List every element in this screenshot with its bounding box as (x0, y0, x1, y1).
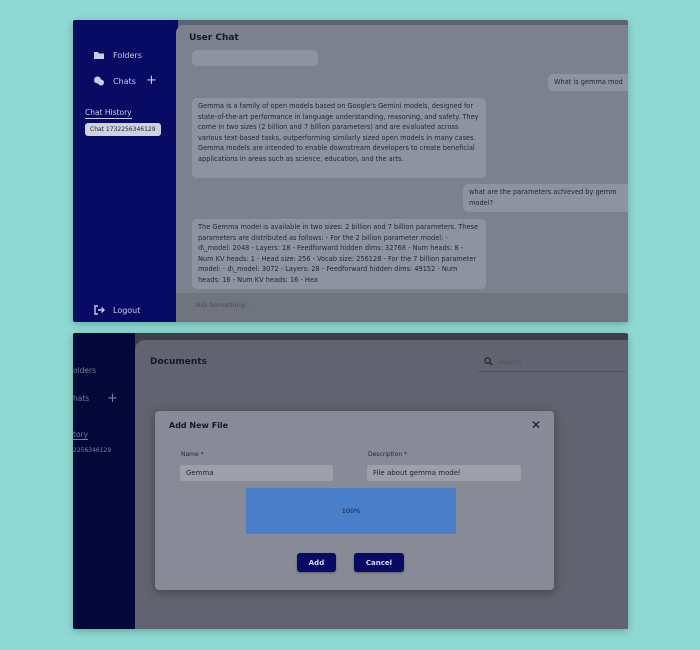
page-title: Documents (150, 357, 207, 367)
sidebar-item-chats[interactable]: hats (73, 394, 89, 403)
assistant-message: Gemma is a family of open models based o… (192, 98, 486, 178)
user-message: what are the parameters achieved by gemm… (463, 184, 628, 212)
chat-history-item[interactable]: 2256346129 (73, 447, 111, 454)
upload-progress-text: 100% (341, 507, 361, 515)
add-button[interactable]: Add (297, 553, 336, 572)
message-bubble-partial (192, 50, 318, 66)
description-label: Description * (368, 451, 408, 458)
description-field[interactable]: File about gemma model (367, 465, 521, 481)
chat-input-placeholder: Ask Something... (196, 301, 252, 309)
sidebar: Folders Chats + Chat History Chat 173225… (73, 20, 178, 322)
user-message: What is gemma mod (548, 74, 628, 91)
assistant-message: The Gemma model is available in two size… (192, 219, 486, 289)
folder-icon (94, 52, 104, 59)
plus-icon[interactable]: + (107, 392, 118, 405)
sidebar-item-folders[interactable]: Folders (93, 49, 142, 61)
search-input[interactable]: Search (478, 352, 626, 372)
cancel-button[interactable]: Cancel (354, 553, 404, 572)
name-label: Name * (181, 451, 204, 458)
search-icon (484, 357, 493, 366)
modal-title: Add New File (169, 421, 229, 430)
name-field[interactable]: Gemma (180, 465, 333, 481)
sidebar-item-label: Folders (113, 50, 142, 60)
sidebar-item-folders[interactable]: olders (73, 366, 96, 375)
sidebar-item-chats[interactable]: Chats (93, 75, 136, 87)
logout-button[interactable]: Logout (93, 304, 140, 316)
chat-bubbles-icon (94, 76, 104, 86)
chat-history-heading: tory (73, 430, 89, 440)
plus-icon[interactable]: + (146, 74, 157, 87)
logout-label: Logout (113, 305, 141, 315)
sidebar-item-label: Chats (113, 76, 136, 86)
page-title: User Chat (189, 33, 239, 43)
logout-icon (94, 305, 105, 315)
chat-history-heading: Chat History (85, 108, 132, 119)
close-icon[interactable]: ✕ (531, 419, 541, 431)
search-placeholder: Search (499, 357, 522, 366)
chat-history-item[interactable]: Chat 1732256346129 (85, 123, 161, 136)
sidebar: olders hats + tory 2256346129 (73, 333, 135, 629)
